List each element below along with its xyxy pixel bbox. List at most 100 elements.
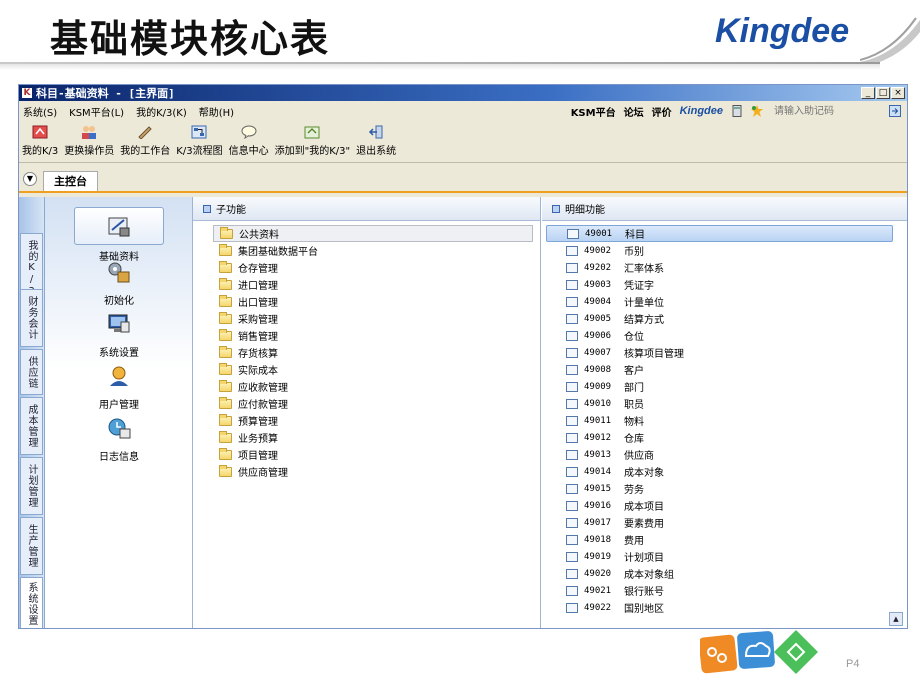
- detail-item[interactable]: 49003 凭证字: [546, 276, 893, 293]
- document-icon: [566, 279, 578, 290]
- detail-item[interactable]: 49018 费用: [546, 531, 893, 548]
- document-icon: [566, 534, 578, 545]
- folder-item[interactable]: 应付款管理: [213, 395, 533, 412]
- link-forum[interactable]: 论坛: [624, 104, 644, 119]
- folder-item[interactable]: 进口管理: [213, 276, 533, 293]
- folder-label: 应收款管理: [238, 383, 288, 394]
- folder-item[interactable]: 出口管理: [213, 293, 533, 310]
- tool-k3-flowchart[interactable]: K/3流程图: [173, 125, 225, 157]
- menu-help[interactable]: 帮助(H): [199, 104, 234, 119]
- folder-label: 采购管理: [238, 315, 278, 326]
- helpcode-input[interactable]: [771, 103, 881, 119]
- maximize-button[interactable]: □: [876, 87, 890, 99]
- folder-item[interactable]: 销售管理: [213, 327, 533, 344]
- side-tab-cost-management[interactable]: 成本管理: [20, 397, 43, 455]
- folder-label: 出口管理: [238, 298, 278, 309]
- detail-code: 49006: [584, 330, 612, 341]
- tool-add-to-my-k3[interactable]: 添加到"我的K/3": [272, 125, 354, 157]
- detail-item[interactable]: 49011 物料: [546, 412, 893, 429]
- link-ksm-platform[interactable]: KSM平台: [571, 104, 616, 119]
- detail-item[interactable]: 49009 部门: [546, 378, 893, 395]
- detail-item[interactable]: 49008 客户: [546, 361, 893, 378]
- detail-item[interactable]: 49012 仓库: [546, 429, 893, 446]
- tab-main-console[interactable]: 主控台: [43, 171, 98, 191]
- detail-item[interactable]: 49005 结算方式: [546, 310, 893, 327]
- tool-my-k3[interactable]: 我的K/3: [19, 125, 61, 157]
- document-icon: [566, 262, 578, 273]
- detail-item[interactable]: 49202 汇率体系: [546, 259, 893, 276]
- close-button[interactable]: ×: [891, 87, 905, 99]
- folder-item[interactable]: 预算管理: [213, 412, 533, 429]
- detail-name: 职员: [624, 400, 644, 411]
- detail-name: 汇率体系: [624, 264, 664, 275]
- star-icon[interactable]: [751, 105, 763, 117]
- folder-item[interactable]: 存货核算: [213, 344, 533, 361]
- detail-code: 49020: [584, 568, 612, 579]
- user-management-icon: [110, 366, 128, 386]
- side-tab-supply-chain[interactable]: 供应链: [20, 349, 43, 395]
- detail-item[interactable]: 49004 计量单位: [546, 293, 893, 310]
- scroll-up-arrow-icon[interactable]: ▲: [889, 612, 903, 626]
- detail-item[interactable]: 49016 成本项目: [546, 497, 893, 514]
- document-icon: [566, 398, 578, 409]
- nav-label: 日志信息: [99, 452, 139, 463]
- folder-icon: [219, 311, 232, 324]
- detail-code: 49008: [584, 364, 612, 375]
- folder-item[interactable]: 采购管理: [213, 310, 533, 327]
- detail-item[interactable]: 49021 银行账号: [546, 582, 893, 599]
- footer-decoration-icons: [700, 630, 818, 674]
- nav-item-system-settings[interactable]: 系统设置: [45, 307, 193, 359]
- folder-item[interactable]: 实际成本: [213, 361, 533, 378]
- detail-item[interactable]: 49014 成本对象: [546, 463, 893, 480]
- app-window: K 科目-基础资料 - [主界面] _ □ × 系统(S) KSM平台(L) 我…: [18, 84, 908, 629]
- detail-item[interactable]: 49001 科目: [546, 225, 893, 242]
- nav-item-user-management[interactable]: 用户管理: [45, 359, 193, 411]
- folder-item[interactable]: 供应商管理: [213, 463, 533, 480]
- document-icon: [566, 466, 578, 477]
- tool-label: 我的工作台: [120, 146, 171, 157]
- folder-item[interactable]: 仓存管理: [213, 259, 533, 276]
- detail-name: 科目: [625, 230, 645, 241]
- folder-item[interactable]: 项目管理: [213, 446, 533, 463]
- tool-switch-operator[interactable]: 更换操作员: [61, 125, 117, 157]
- menu-ksm-platform[interactable]: KSM平台(L): [69, 104, 124, 119]
- go-icon[interactable]: [889, 105, 901, 117]
- sub-function-header: 子功能: [193, 197, 540, 221]
- menu-system[interactable]: 系统(S): [23, 104, 57, 119]
- side-tab-finance[interactable]: 财务会计: [20, 289, 43, 347]
- detail-item[interactable]: 49022 国别地区: [546, 599, 893, 616]
- bullet-icon: [552, 204, 560, 213]
- folder-item[interactable]: 集团基础数据平台: [213, 242, 533, 259]
- folder-icon: [219, 345, 232, 358]
- detail-item[interactable]: 49020 成本对象组: [546, 565, 893, 582]
- document-icon: [566, 449, 578, 460]
- folder-item[interactable]: 公共资料: [213, 225, 533, 242]
- detail-item[interactable]: 49006 仓位: [546, 327, 893, 344]
- folder-label: 集团基础数据平台: [238, 247, 318, 258]
- detail-item[interactable]: 49010 职员: [546, 395, 893, 412]
- detail-item[interactable]: 49015 劳务: [546, 480, 893, 497]
- detail-item[interactable]: 49002 币别: [546, 242, 893, 259]
- folder-icon: [219, 243, 232, 256]
- minimize-button[interactable]: _: [861, 87, 875, 99]
- tool-exit-system[interactable]: 退出系统: [353, 125, 399, 157]
- detail-code: 49021: [584, 585, 612, 596]
- side-tab-system-settings[interactable]: 系统设置: [20, 577, 43, 628]
- detail-item[interactable]: 49017 要素费用: [546, 514, 893, 531]
- folder-icon: [219, 464, 232, 477]
- folder-item[interactable]: 业务预算: [213, 429, 533, 446]
- tool-info-center[interactable]: 信息中心: [226, 125, 272, 157]
- tool-my-workbench[interactable]: 我的工作台: [117, 125, 173, 157]
- nav-item-initialize[interactable]: 初始化: [45, 255, 193, 307]
- detail-item[interactable]: 49007 核算项目管理: [546, 344, 893, 361]
- side-tab-planning[interactable]: 计划管理: [20, 457, 43, 515]
- chevron-down-icon[interactable]: ▼: [23, 172, 37, 186]
- menu-my-k3[interactable]: 我的K/3(K): [136, 104, 187, 119]
- nav-item-log-info[interactable]: 日志信息: [45, 411, 193, 463]
- side-tab-production[interactable]: 生产管理: [20, 517, 43, 575]
- calculator-icon[interactable]: [731, 105, 743, 117]
- detail-item[interactable]: 49013 供应商: [546, 446, 893, 463]
- link-rate[interactable]: 评价: [652, 104, 672, 119]
- folder-item[interactable]: 应收款管理: [213, 378, 533, 395]
- detail-item[interactable]: 49019 计划项目: [546, 548, 893, 565]
